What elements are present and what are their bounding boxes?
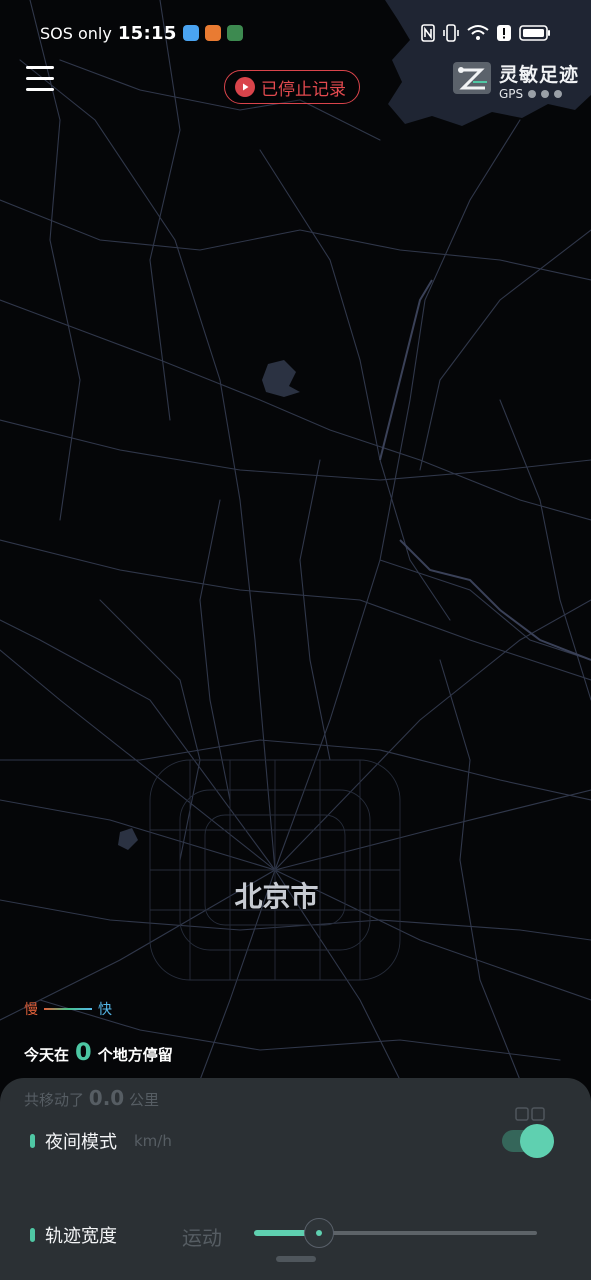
fast-label: 快 (98, 1002, 112, 1018)
status-bar: SOS only 15:15 (0, 0, 591, 66)
hamburger-menu-icon[interactable] (26, 66, 54, 94)
carrier-text: SOS only (40, 23, 112, 43)
menu-line (26, 88, 54, 91)
slider-thumb[interactable] (304, 1218, 334, 1248)
gps-signal-dot (554, 90, 563, 98)
distance-value: 0.0 (88, 1086, 125, 1110)
night-mode-label: 夜间模式 (45, 1132, 117, 1153)
map-app-icon (182, 25, 199, 41)
track-width-slider[interactable] (254, 1218, 537, 1248)
speed-unit: km/h (134, 1132, 172, 1150)
app-logo: 灵敏足迹 GPS (452, 60, 579, 101)
slow-label: 慢 (24, 1002, 38, 1018)
stay-summary: 今天在 0 个地方停留 (24, 1038, 173, 1066)
logo-text-block: 灵敏足迹 GPS (499, 60, 579, 101)
speed-gradient-line (44, 1008, 92, 1010)
track-width-row: 轨迹宽度 (30, 1222, 117, 1248)
stay-suffix: 个地方停留 (97, 1046, 173, 1064)
mode-label: 运动 (182, 1226, 222, 1250)
menu-line (26, 77, 54, 80)
map-city-label: 北京市 (234, 880, 319, 913)
news-app-icon (204, 25, 221, 41)
row-bullet (30, 1228, 35, 1242)
game-app-icon (226, 25, 243, 41)
gps-label: GPS (498, 87, 524, 101)
gps-signal-dot (528, 90, 537, 98)
play-icon (235, 77, 255, 97)
clock-text: 15:15 (117, 22, 177, 44)
vibrate-icon (443, 24, 459, 42)
slider-thumb-dot (316, 1230, 322, 1236)
track-width-label: 轨迹宽度 (45, 1226, 117, 1247)
distance-prefix: 共移动了 (24, 1091, 85, 1109)
record-status-button[interactable]: 已停止记录 (224, 70, 360, 104)
menu-line (26, 66, 54, 69)
gps-status: GPS (499, 87, 579, 101)
wifi-icon (467, 25, 489, 40)
battery-icon (519, 25, 550, 41)
distance-summary: 共移动了 0.0 公里 (24, 1086, 159, 1110)
app-name: 灵敏足迹 (498, 64, 579, 86)
status-bar-left: SOS only 15:15 (40, 23, 243, 44)
speed-legend: 慢 快 (24, 999, 112, 1019)
toggle-knob (520, 1124, 554, 1158)
record-status-label: 已停止记录 (261, 79, 346, 100)
row-bullet (30, 1134, 35, 1148)
stay-count: 0 (75, 1038, 92, 1066)
alert-icon (497, 25, 511, 41)
footprint-logo-icon (452, 62, 491, 94)
night-mode-toggle[interactable] (500, 1124, 554, 1158)
nfc-icon (421, 24, 435, 42)
panel-drag-handle[interactable] (276, 1256, 316, 1262)
gps-signal-dot (541, 90, 550, 98)
status-bar-right (421, 24, 551, 42)
night-mode-row: 夜间模式 (30, 1128, 117, 1154)
distance-unit: 公里 (129, 1091, 160, 1109)
stay-prefix: 今天在 (24, 1046, 70, 1064)
